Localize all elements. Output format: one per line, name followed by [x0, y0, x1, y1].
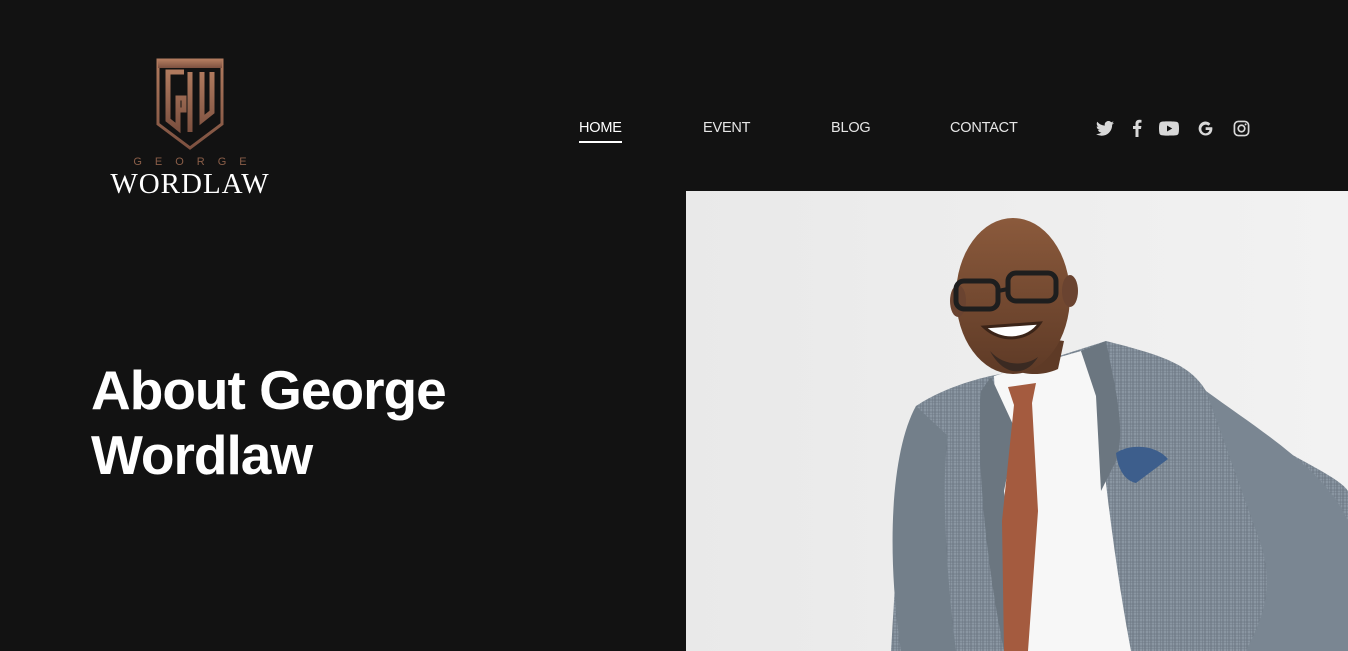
- instagram-icon[interactable]: [1231, 118, 1251, 138]
- logo-bottom-text: WORDLAW: [110, 168, 270, 200]
- nav-item-contact[interactable]: CONTACT: [950, 120, 1018, 136]
- nav-item-blog[interactable]: BLOG: [831, 120, 871, 136]
- site-logo[interactable]: GEORGE WORDLAW: [90, 58, 290, 200]
- nav-item-home[interactable]: HOME: [579, 120, 622, 143]
- logo-shield-icon: [156, 58, 224, 150]
- logo-top-text: GEORGE: [133, 156, 260, 168]
- google-icon[interactable]: [1195, 118, 1215, 138]
- youtube-icon[interactable]: [1159, 118, 1179, 138]
- facebook-icon[interactable]: [1127, 118, 1147, 138]
- page-title: About George Wordlaw: [91, 358, 511, 488]
- page: GEORGE WORDLAW HOME EVENT BLOG CONTACT A…: [0, 0, 1348, 651]
- portrait-photo: [686, 191, 1348, 651]
- page-title-line2: Wordlaw: [91, 424, 313, 486]
- twitter-icon[interactable]: [1095, 118, 1115, 138]
- nav-item-event[interactable]: EVENT: [703, 120, 751, 136]
- page-title-line1: About George: [91, 359, 447, 421]
